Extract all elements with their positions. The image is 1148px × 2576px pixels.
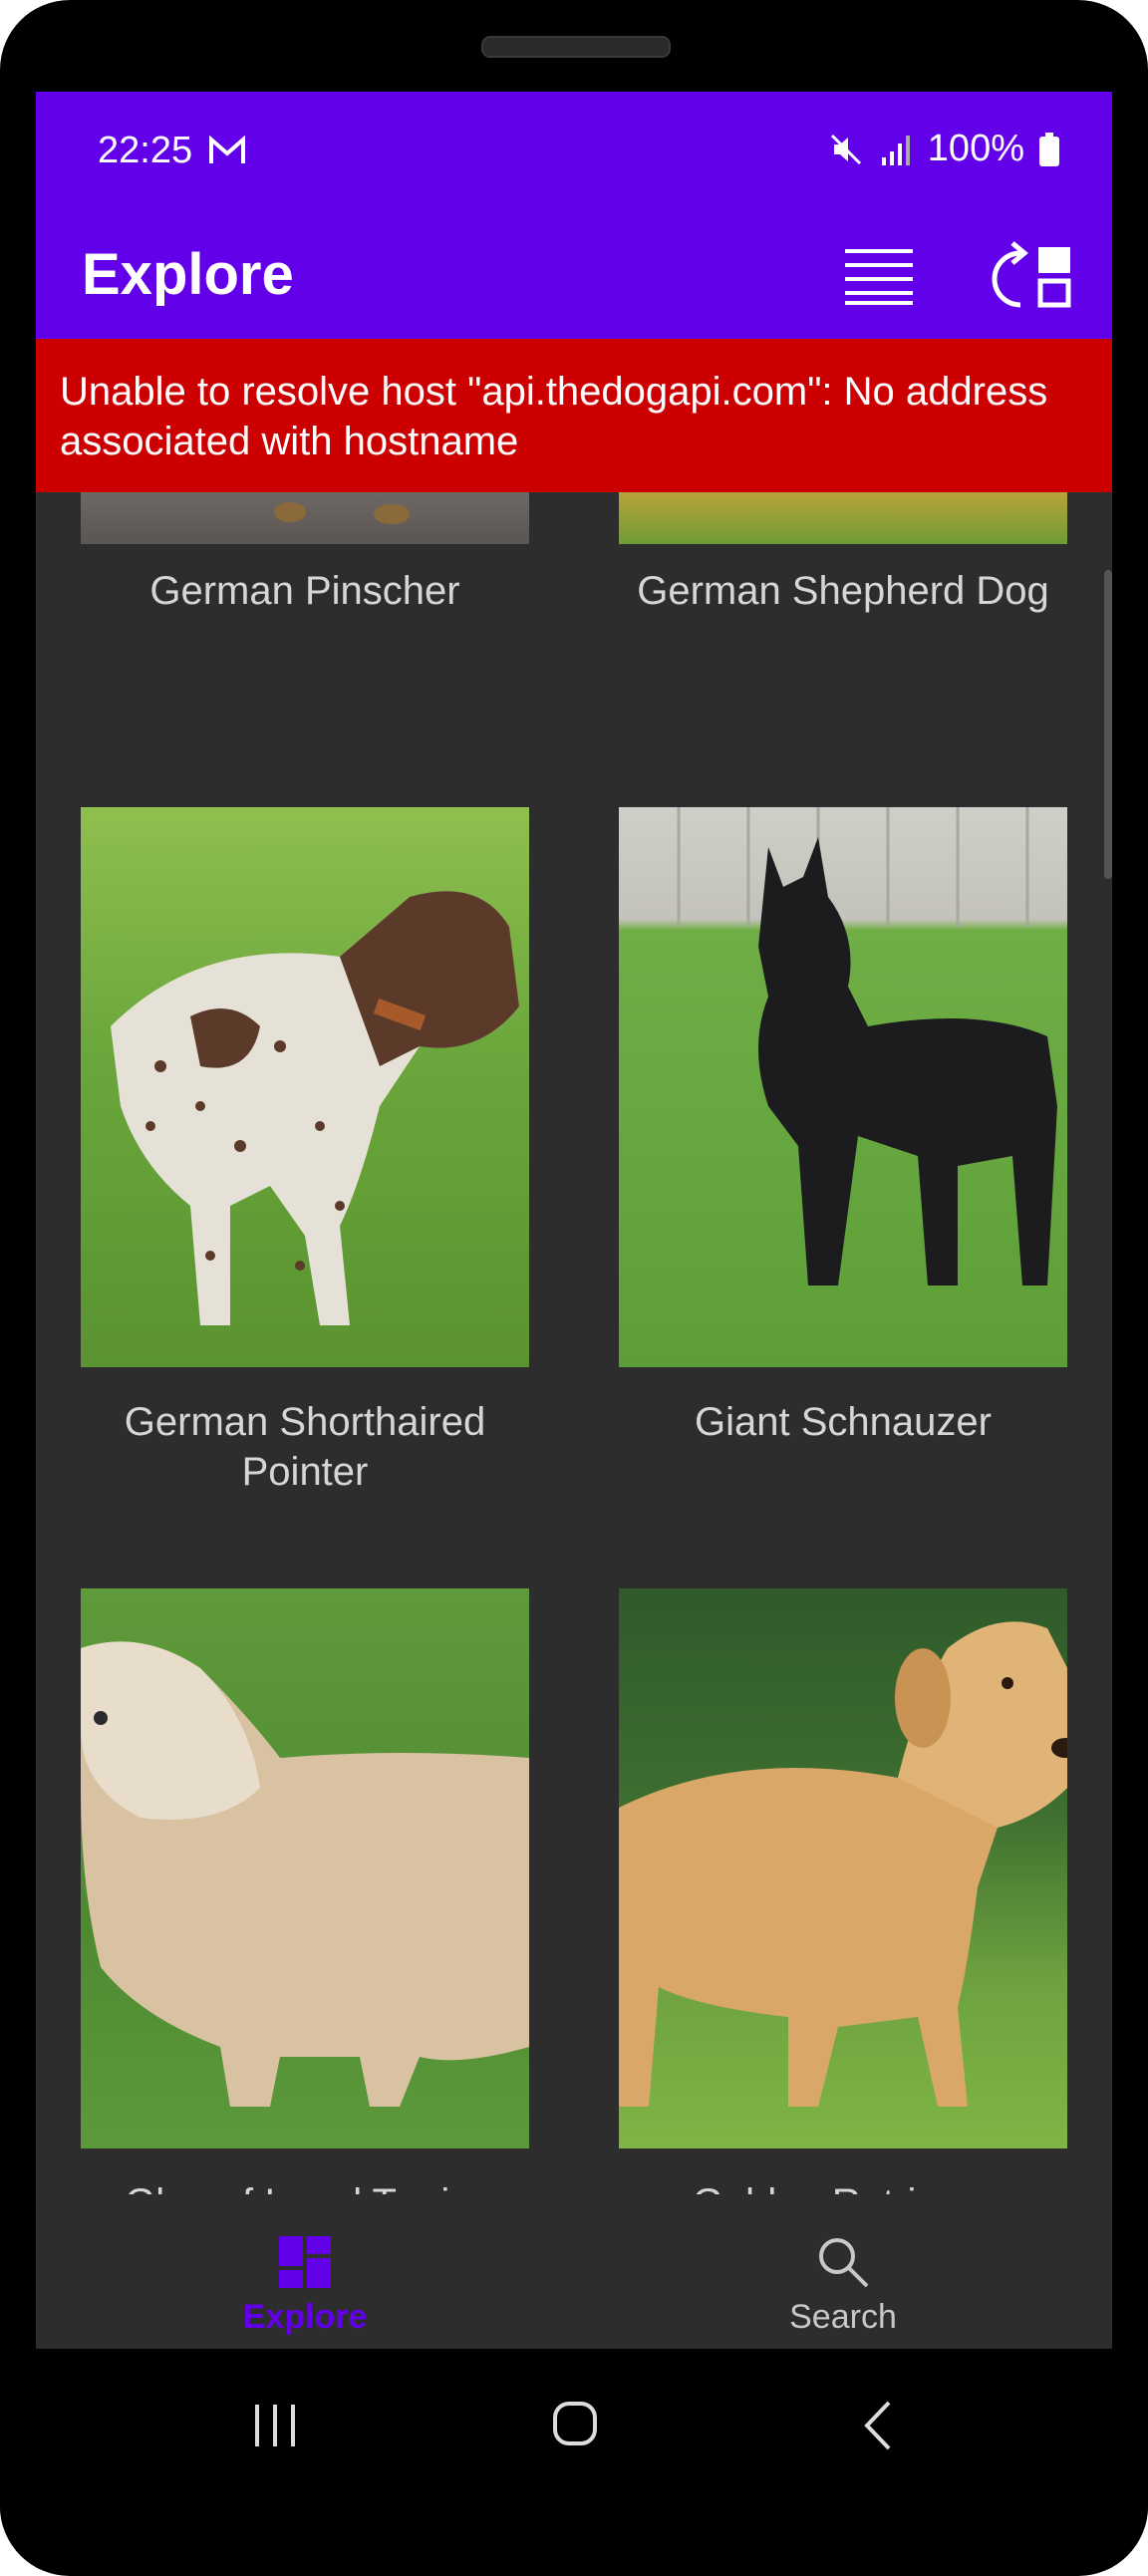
gmail-icon xyxy=(209,135,245,163)
breed-image xyxy=(81,492,529,544)
switch-layout-icon[interactable] xyxy=(991,239,1080,311)
speaker-grille xyxy=(481,36,671,58)
breed-grid: German Pinscher German Shepherd Dog Germ… xyxy=(36,492,1112,2216)
page-title: Explore xyxy=(82,242,294,307)
app-bar: Explore xyxy=(36,211,1112,339)
bottom-navigation: Explore Search xyxy=(36,2194,1112,2349)
breed-name: German Shepherd Dog xyxy=(637,569,1049,613)
mute-icon xyxy=(830,134,861,164)
signal-icon xyxy=(881,135,910,165)
app-screen: 22:25 100% Explore Unable to resolve hos… xyxy=(36,92,1112,2349)
scrollbar[interactable] xyxy=(1104,570,1112,879)
breed-image xyxy=(619,1588,1067,2148)
breed-name: German Shorthaired Pointer xyxy=(124,1400,486,1494)
status-icons: 100% xyxy=(828,128,1060,170)
search-icon xyxy=(819,2238,869,2288)
status-time: 22:25 xyxy=(98,130,193,171)
breed-name: German Pinscher xyxy=(149,569,460,613)
nav-label-search: Search xyxy=(789,2298,897,2336)
battery-icon xyxy=(1039,132,1059,166)
nav-item-explore[interactable]: Explore xyxy=(36,2194,574,2349)
back-icon[interactable] xyxy=(859,2399,899,2452)
breed-image xyxy=(619,807,1067,1367)
nav-item-search[interactable]: Search xyxy=(574,2194,1112,2349)
breed-image xyxy=(81,807,529,1367)
status-bar: 22:25 100% xyxy=(36,92,1112,211)
recent-apps-icon[interactable] xyxy=(251,2401,299,2450)
list-view-icon[interactable] xyxy=(841,243,917,307)
home-icon[interactable] xyxy=(550,2399,600,2448)
system-navigation-bar xyxy=(0,2349,1148,2528)
nav-label-explore: Explore xyxy=(242,2298,368,2336)
phone-frame: 22:25 100% Explore Unable to resolve hos… xyxy=(0,0,1148,2576)
error-banner: Unable to resolve host "api.thedogapi.co… xyxy=(36,339,1112,492)
breed-image xyxy=(619,492,1067,544)
breed-image xyxy=(81,1588,529,2148)
dashboard-icon xyxy=(279,2236,331,2288)
breed-name: Giant Schnauzer xyxy=(695,1400,992,1444)
battery-percent: 100% xyxy=(927,128,1024,169)
